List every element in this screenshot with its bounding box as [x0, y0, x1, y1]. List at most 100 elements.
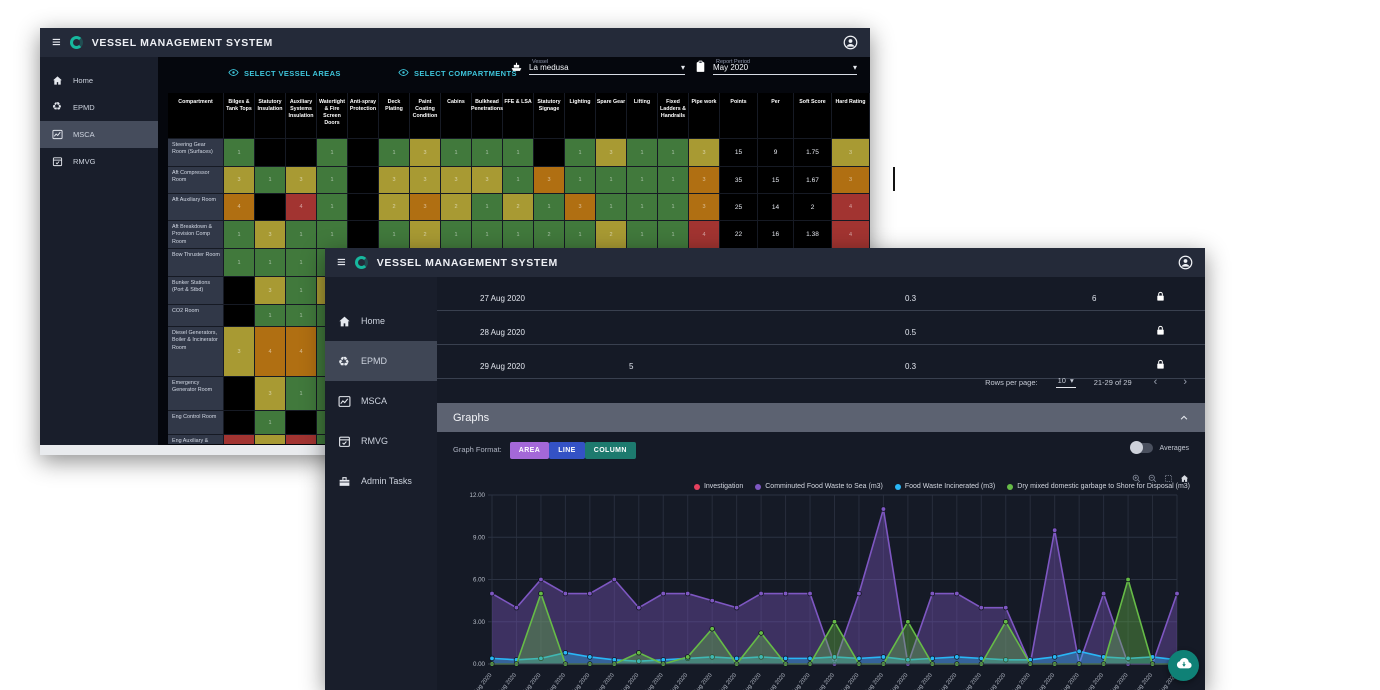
matrix-cell[interactable]: [224, 377, 255, 411]
matrix-cell[interactable]: [348, 139, 379, 167]
matrix-cell[interactable]: 1: [596, 194, 627, 221]
matrix-cell[interactable]: 3: [224, 327, 255, 377]
sidebar-item-epmd[interactable]: ♻EPMD: [325, 341, 437, 381]
matrix-cell[interactable]: 3: [689, 139, 720, 167]
sidebar-item-admin-tasks[interactable]: Admin Tasks: [325, 461, 437, 501]
graphs-section-header[interactable]: Graphs: [437, 403, 1205, 432]
matrix-cell[interactable]: 1: [503, 221, 534, 249]
matrix-cell[interactable]: [534, 139, 565, 167]
table-row[interactable]: 27 Aug 20200.36: [437, 291, 1205, 311]
matrix-cell[interactable]: 1: [255, 411, 286, 435]
matrix-cell[interactable]: 4: [286, 327, 317, 377]
matrix-cell[interactable]: 3: [255, 377, 286, 411]
matrix-cell[interactable]: 1: [658, 139, 689, 167]
matrix-cell[interactable]: 1: [317, 221, 348, 249]
matrix-cell[interactable]: 1: [224, 221, 255, 249]
matrix-cell[interactable]: 1: [255, 305, 286, 327]
averages-toggle[interactable]: [1131, 443, 1153, 453]
matrix-cell[interactable]: 3: [472, 167, 503, 194]
matrix-cell[interactable]: 3: [224, 167, 255, 194]
matrix-cell[interactable]: 4: [689, 221, 720, 249]
matrix-cell[interactable]: 1: [317, 167, 348, 194]
matrix-cell[interactable]: [348, 221, 379, 249]
matrix-cell[interactable]: 3: [689, 167, 720, 194]
previous-page-button[interactable]: ‹: [1150, 376, 1162, 388]
matrix-cell[interactable]: 1: [379, 221, 410, 249]
matrix-cell[interactable]: 1: [627, 167, 658, 194]
graph-format-area-button[interactable]: AREA: [510, 442, 549, 459]
matrix-cell[interactable]: 3: [255, 221, 286, 249]
matrix-cell[interactable]: 1: [441, 221, 472, 249]
sidebar-item-home[interactable]: Home: [325, 301, 437, 341]
select-compartments-button[interactable]: SELECT COMPARTMENTS: [398, 67, 517, 80]
matrix-cell[interactable]: 1: [224, 139, 255, 167]
next-page-button[interactable]: ›: [1179, 376, 1191, 388]
graph-format-line-button[interactable]: LINE: [549, 442, 585, 459]
matrix-cell[interactable]: 2: [410, 221, 441, 249]
matrix-cell[interactable]: [224, 411, 255, 435]
matrix-cell[interactable]: 3: [255, 435, 286, 444]
matrix-cell[interactable]: 4: [224, 435, 255, 444]
matrix-cell[interactable]: [286, 411, 317, 435]
home-icon[interactable]: [1180, 474, 1189, 483]
matrix-cell[interactable]: 1: [565, 139, 596, 167]
matrix-cell[interactable]: 1: [565, 167, 596, 194]
zoom-in-icon[interactable]: [1132, 474, 1141, 483]
matrix-cell[interactable]: 1: [286, 377, 317, 411]
matrix-cell[interactable]: 1: [255, 249, 286, 277]
graph-format-column-button[interactable]: COLUMN: [585, 442, 636, 459]
matrix-cell[interactable]: [224, 277, 255, 305]
matrix-cell[interactable]: 3: [410, 139, 441, 167]
matrix-cell[interactable]: 1: [255, 167, 286, 194]
matrix-cell[interactable]: 4: [224, 194, 255, 221]
matrix-cell[interactable]: 1: [534, 194, 565, 221]
rows-per-page-select[interactable]: 10 ▾: [1056, 376, 1076, 388]
matrix-cell[interactable]: 3: [286, 167, 317, 194]
sidebar-item-msca[interactable]: MSCA: [325, 381, 437, 421]
matrix-cell[interactable]: 3: [565, 194, 596, 221]
zoom-out-icon[interactable]: [1148, 474, 1157, 483]
matrix-cell[interactable]: 1: [503, 139, 534, 167]
matrix-cell[interactable]: 1: [472, 194, 503, 221]
user-avatar-icon[interactable]: [1178, 255, 1193, 270]
matrix-cell[interactable]: 2: [503, 194, 534, 221]
matrix-cell[interactable]: [255, 194, 286, 221]
area-chart[interactable]: 0.003.006.009.0012.001 Aug 20202 Aug 202…: [452, 487, 1202, 690]
matrix-cell[interactable]: 1: [627, 221, 658, 249]
matrix-cell[interactable]: 1: [503, 167, 534, 194]
matrix-cell[interactable]: 3: [596, 139, 627, 167]
matrix-cell[interactable]: [286, 139, 317, 167]
matrix-cell[interactable]: 1: [627, 139, 658, 167]
matrix-cell[interactable]: 2: [379, 194, 410, 221]
matrix-cell[interactable]: 1: [286, 221, 317, 249]
table-row[interactable]: 28 Aug 20200.5: [437, 311, 1205, 345]
sidebar-item-rmvg[interactable]: RMVG: [325, 421, 437, 461]
matrix-cell[interactable]: 1: [286, 305, 317, 327]
menu-icon[interactable]: ≡: [52, 35, 61, 50]
matrix-cell[interactable]: 4: [255, 327, 286, 377]
matrix-cell[interactable]: 4: [286, 194, 317, 221]
matrix-cell[interactable]: 3: [255, 277, 286, 305]
matrix-cell[interactable]: 1: [317, 139, 348, 167]
vessel-dropdown[interactable]: Vessel La medusa ▾: [510, 60, 688, 75]
matrix-cell[interactable]: [348, 167, 379, 194]
matrix-cell[interactable]: 4: [286, 435, 317, 444]
menu-icon[interactable]: ≡: [337, 255, 346, 270]
matrix-cell[interactable]: 1: [658, 167, 689, 194]
lock-icon[interactable]: [1155, 290, 1166, 305]
matrix-cell[interactable]: 1: [224, 249, 255, 277]
matrix-cell[interactable]: [224, 305, 255, 327]
matrix-cell[interactable]: 1: [627, 194, 658, 221]
matrix-cell[interactable]: 1: [472, 221, 503, 249]
matrix-cell[interactable]: 1: [286, 249, 317, 277]
matrix-cell[interactable]: [348, 194, 379, 221]
matrix-cell[interactable]: 1: [472, 139, 503, 167]
matrix-cell[interactable]: 1: [596, 167, 627, 194]
matrix-cell[interactable]: 2: [534, 221, 565, 249]
sidebar-item-rmvg[interactable]: RMVG: [40, 148, 158, 175]
matrix-cell[interactable]: [255, 139, 286, 167]
matrix-cell[interactable]: 3: [410, 194, 441, 221]
selection-icon[interactable]: [1164, 474, 1173, 483]
chevron-up-icon[interactable]: [1179, 413, 1189, 423]
matrix-cell[interactable]: 1: [658, 221, 689, 249]
